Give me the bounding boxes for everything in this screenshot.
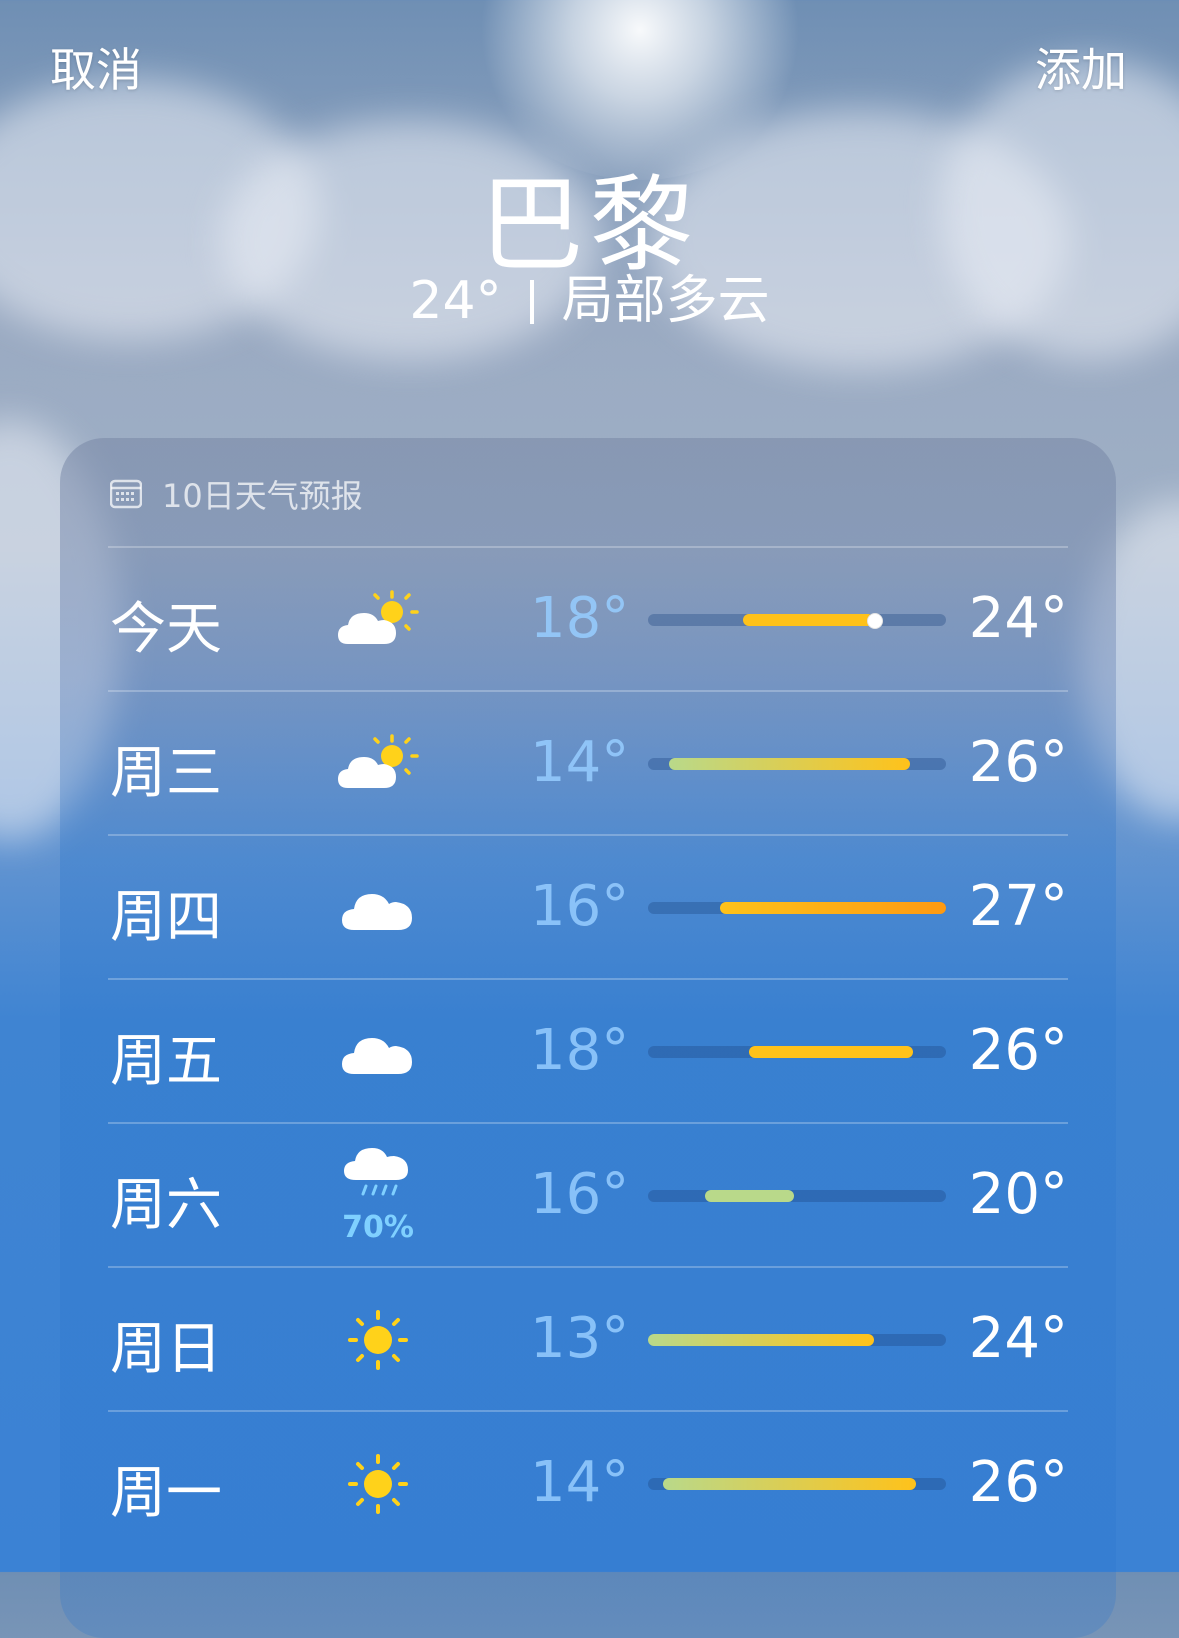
forecast-row[interactable]: 周五 18° 26° (108, 978, 1068, 1124)
forecast-row[interactable]: 周三 14° 26° (108, 690, 1068, 836)
low-temperature: 16° (530, 1162, 630, 1227)
day-label: 周一 (110, 1461, 222, 1526)
high-temperature: 27° (968, 874, 1068, 939)
partly-sunny-icon (336, 588, 420, 652)
high-temperature: 24° (968, 586, 1068, 651)
low-temperature: 13° (530, 1306, 630, 1371)
low-temperature: 14° (530, 1450, 630, 1515)
calendar-icon (110, 479, 142, 509)
temperature-range-track (648, 1190, 946, 1202)
separator (529, 280, 534, 324)
high-temperature: 24° (968, 1306, 1068, 1371)
high-temperature: 26° (968, 730, 1068, 795)
forecast-row[interactable]: 周日 13° 24° (108, 1266, 1068, 1412)
precipitation-chance: 70% (342, 1210, 414, 1245)
forecast-row[interactable]: 周一 14° 26° (108, 1410, 1068, 1556)
low-temperature: 18° (530, 1018, 630, 1083)
forecast-row[interactable]: 今天 18° 24° (108, 546, 1068, 692)
temperature-range-track (648, 1046, 946, 1058)
forecast-header: 10日天气预报 (110, 474, 363, 515)
ten-day-forecast-card[interactable]: 10日天气预报 今天 18° 24° 周三 14° 26° 周四 16° 27° 周五 18° 2… (60, 438, 1116, 1638)
day-label: 周五 (110, 1029, 222, 1094)
forecast-row[interactable]: 周四 16° 27° (108, 834, 1068, 980)
day-label: 周三 (110, 741, 222, 806)
temperature-range-bar (743, 614, 875, 626)
temperature-range-track (648, 758, 946, 770)
rain-cloud-icon (336, 1144, 420, 1208)
low-temperature: 18° (530, 586, 630, 651)
partly-sunny-icon (336, 732, 420, 796)
temperature-range-bar (662, 1478, 917, 1490)
temperature-range-track (648, 902, 946, 914)
day-label: 周六 (110, 1173, 222, 1238)
day-label: 周四 (110, 885, 222, 950)
temperature-range-bar (719, 902, 946, 914)
add-button[interactable]: 添加 (1035, 34, 1127, 100)
current-condition: 局部多云 (561, 271, 770, 331)
current-temperature: 24° (409, 271, 502, 331)
sun-icon (336, 1452, 420, 1516)
forecast-row[interactable]: 周六 70% 16° 20° (108, 1122, 1068, 1268)
temperature-range-track (648, 1478, 946, 1490)
day-label: 周日 (110, 1317, 222, 1382)
current-temperature-marker (867, 613, 884, 629)
current-summary: 24° 局部多云 (0, 258, 1179, 333)
temperature-range-bar (704, 1190, 794, 1202)
low-temperature: 14° (530, 730, 630, 795)
high-temperature: 26° (968, 1450, 1068, 1515)
cloud-icon (336, 1020, 420, 1084)
temperature-range-bar (668, 758, 911, 770)
sun-icon (336, 1308, 420, 1372)
cancel-button[interactable]: 取消 (50, 34, 142, 100)
temperature-range-bar (749, 1046, 914, 1058)
temperature-range-track (648, 1334, 946, 1346)
high-temperature: 26° (968, 1018, 1068, 1083)
high-temperature: 20° (968, 1162, 1068, 1227)
forecast-title: 10日天气预报 (162, 477, 363, 515)
low-temperature: 16° (530, 874, 630, 939)
cloud-icon (336, 876, 420, 940)
day-label: 今天 (110, 597, 222, 662)
temperature-range-bar (648, 1334, 875, 1346)
temperature-range-track (648, 613, 946, 629)
